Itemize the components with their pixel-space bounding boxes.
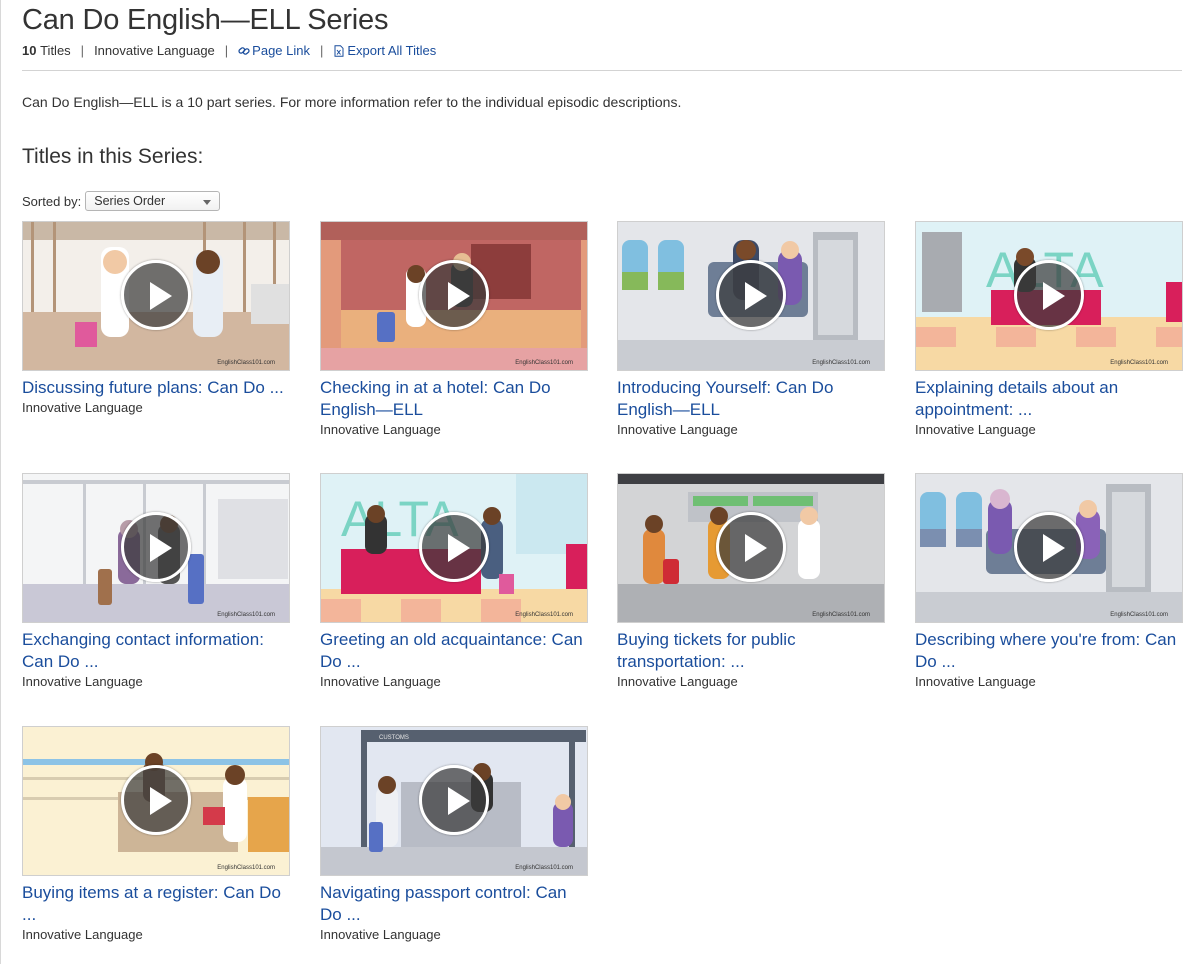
title-card: CUSTOMS EnglishClass101.com Navigating p… <box>320 726 588 942</box>
title-publisher: Innovative Language <box>22 400 143 415</box>
export-all-label: Export All Titles <box>347 43 437 58</box>
title-link[interactable]: Navigating passport control: Can Do ... <box>320 882 588 926</box>
play-icon[interactable] <box>419 765 489 835</box>
export-all-link[interactable]: Export All Titles <box>333 43 436 58</box>
separator: | <box>80 43 85 58</box>
thumbnail-watermark: EnglishClass101.com <box>812 360 870 366</box>
series-page: Can Do English—ELL Series 10 Titles | In… <box>0 0 1201 964</box>
title-card: EnglishClass101.com Describing where you… <box>915 473 1183 689</box>
title-link[interactable]: Checking in at a hotel: Can Do English—E… <box>320 377 588 421</box>
chevron-down-icon <box>203 200 212 205</box>
play-icon[interactable] <box>716 260 786 330</box>
video-thumbnail[interactable]: EnglishClass101.com <box>617 473 885 623</box>
title-card: EnglishClass101.com Introducing Yourself… <box>617 221 885 437</box>
title-card: EnglishClass101.com Buying tickets for p… <box>617 473 885 689</box>
sort-select[interactable]: Series Order <box>85 191 221 211</box>
play-icon[interactable] <box>121 765 191 835</box>
title-card: ALTA EnglishClass101.com Greeting an old… <box>320 473 588 689</box>
title-link[interactable]: Describing where you're from: Can Do ... <box>915 629 1183 673</box>
video-thumbnail[interactable]: EnglishClass101.com <box>915 473 1183 623</box>
sort-control: Sorted by: Series Order <box>22 191 221 211</box>
play-icon[interactable] <box>419 512 489 582</box>
title-card: EnglishClass101.com Buying items at a re… <box>22 726 290 942</box>
play-icon[interactable] <box>121 260 191 330</box>
thumbnail-watermark: EnglishClass101.com <box>1110 612 1168 618</box>
thumbnail-watermark: EnglishClass101.com <box>1110 360 1168 366</box>
title-card: ALTA EnglishClass101.com Explaining deta… <box>915 221 1183 437</box>
video-thumbnail[interactable]: EnglishClass101.com <box>22 726 290 876</box>
thumbnail-watermark: EnglishClass101.com <box>217 360 275 366</box>
customs-sign-text: CUSTOMS <box>379 735 409 741</box>
video-thumbnail[interactable]: CUSTOMS EnglishClass101.com <box>320 726 588 876</box>
title-publisher: Innovative Language <box>320 674 441 689</box>
title-link[interactable]: Buying tickets for public transportation… <box>617 629 885 673</box>
title-count: 10 <box>22 43 37 58</box>
title-count-label: Titles <box>40 43 71 58</box>
title-publisher: Innovative Language <box>22 674 143 689</box>
video-thumbnail[interactable]: EnglishClass101.com <box>22 473 290 623</box>
play-icon[interactable] <box>1014 512 1084 582</box>
sort-selected-value: Series Order <box>94 194 166 208</box>
thumbnail-watermark: EnglishClass101.com <box>515 612 573 618</box>
publisher-name: Innovative Language <box>94 43 215 58</box>
title-link[interactable]: Buying items at a register: Can Do ... <box>22 882 290 926</box>
title-card: EnglishClass101.com Discussing future pl… <box>22 221 290 415</box>
excel-file-icon <box>334 44 344 57</box>
series-meta: 10 Titles | Innovative Language | Page L… <box>22 43 436 58</box>
title-publisher: Innovative Language <box>22 927 143 942</box>
series-description: Can Do English—ELL is a 10 part series. … <box>22 94 682 110</box>
video-thumbnail[interactable]: ALTA EnglishClass101.com <box>915 221 1183 371</box>
thumbnail-watermark: EnglishClass101.com <box>515 865 573 871</box>
video-thumbnail[interactable]: EnglishClass101.com <box>22 221 290 371</box>
separator: | <box>224 43 229 58</box>
video-thumbnail[interactable]: EnglishClass101.com <box>320 221 588 371</box>
video-thumbnail[interactable]: ALTA EnglishClass101.com <box>320 473 588 623</box>
title-publisher: Innovative Language <box>617 422 738 437</box>
play-icon[interactable] <box>716 512 786 582</box>
header-divider <box>22 70 1182 71</box>
page-link[interactable]: Page Link <box>238 43 310 58</box>
sort-label: Sorted by: <box>22 193 82 209</box>
title-link[interactable]: Exchanging contact information: Can Do .… <box>22 629 290 673</box>
play-icon[interactable] <box>419 260 489 330</box>
title-publisher: Innovative Language <box>617 674 738 689</box>
thumbnail-watermark: EnglishClass101.com <box>217 612 275 618</box>
thumbnail-watermark: EnglishClass101.com <box>515 360 573 366</box>
title-link[interactable]: Greeting an old acquaintance: Can Do ... <box>320 629 588 673</box>
page-title: Can Do English—ELL Series <box>22 4 389 36</box>
title-card: EnglishClass101.com Exchanging contact i… <box>22 473 290 689</box>
play-icon[interactable] <box>121 512 191 582</box>
video-thumbnail[interactable]: EnglishClass101.com <box>617 221 885 371</box>
thumbnail-watermark: EnglishClass101.com <box>812 612 870 618</box>
section-heading: Titles in this Series: <box>22 145 204 168</box>
title-card: EnglishClass101.com Checking in at a hot… <box>320 221 588 437</box>
link-icon <box>238 46 250 55</box>
title-publisher: Innovative Language <box>320 927 441 942</box>
title-link[interactable]: Introducing Yourself: Can Do English—ELL <box>617 377 885 421</box>
title-publisher: Innovative Language <box>915 422 1036 437</box>
title-link[interactable]: Discussing future plans: Can Do ... <box>22 377 290 399</box>
separator: | <box>320 43 324 58</box>
title-publisher: Innovative Language <box>320 422 441 437</box>
thumbnail-watermark: EnglishClass101.com <box>217 865 275 871</box>
play-icon[interactable] <box>1014 260 1084 330</box>
title-link[interactable]: Explaining details about an appointment:… <box>915 377 1183 421</box>
title-publisher: Innovative Language <box>915 674 1036 689</box>
page-link-label: Page Link <box>252 43 310 58</box>
